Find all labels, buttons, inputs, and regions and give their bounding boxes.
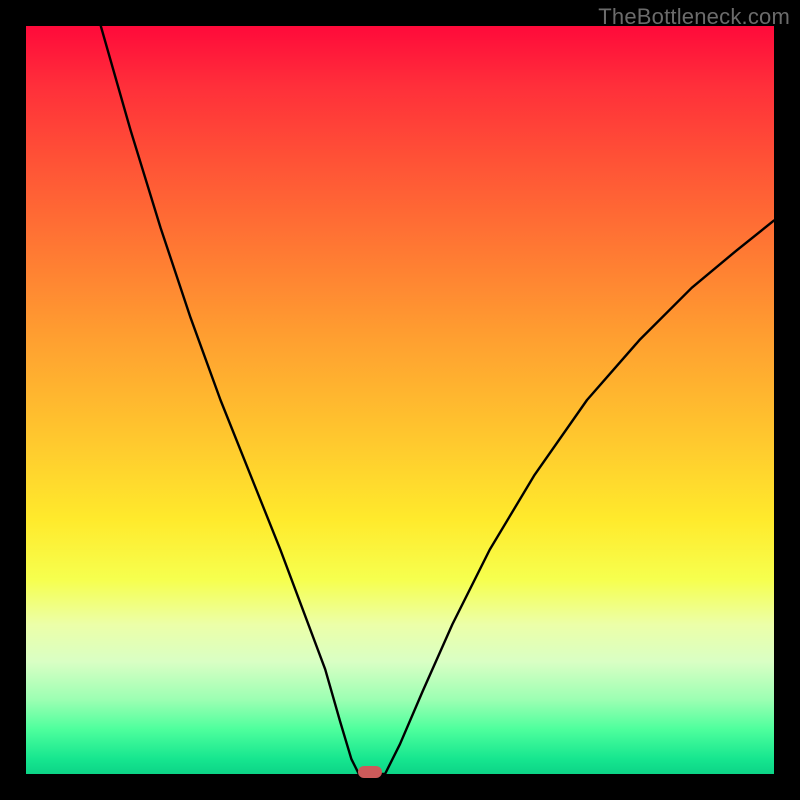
bottleneck-marker bbox=[358, 766, 382, 778]
bottleneck-curve bbox=[26, 26, 774, 774]
chart-frame: TheBottleneck.com bbox=[0, 0, 800, 800]
plot-area bbox=[26, 26, 774, 774]
